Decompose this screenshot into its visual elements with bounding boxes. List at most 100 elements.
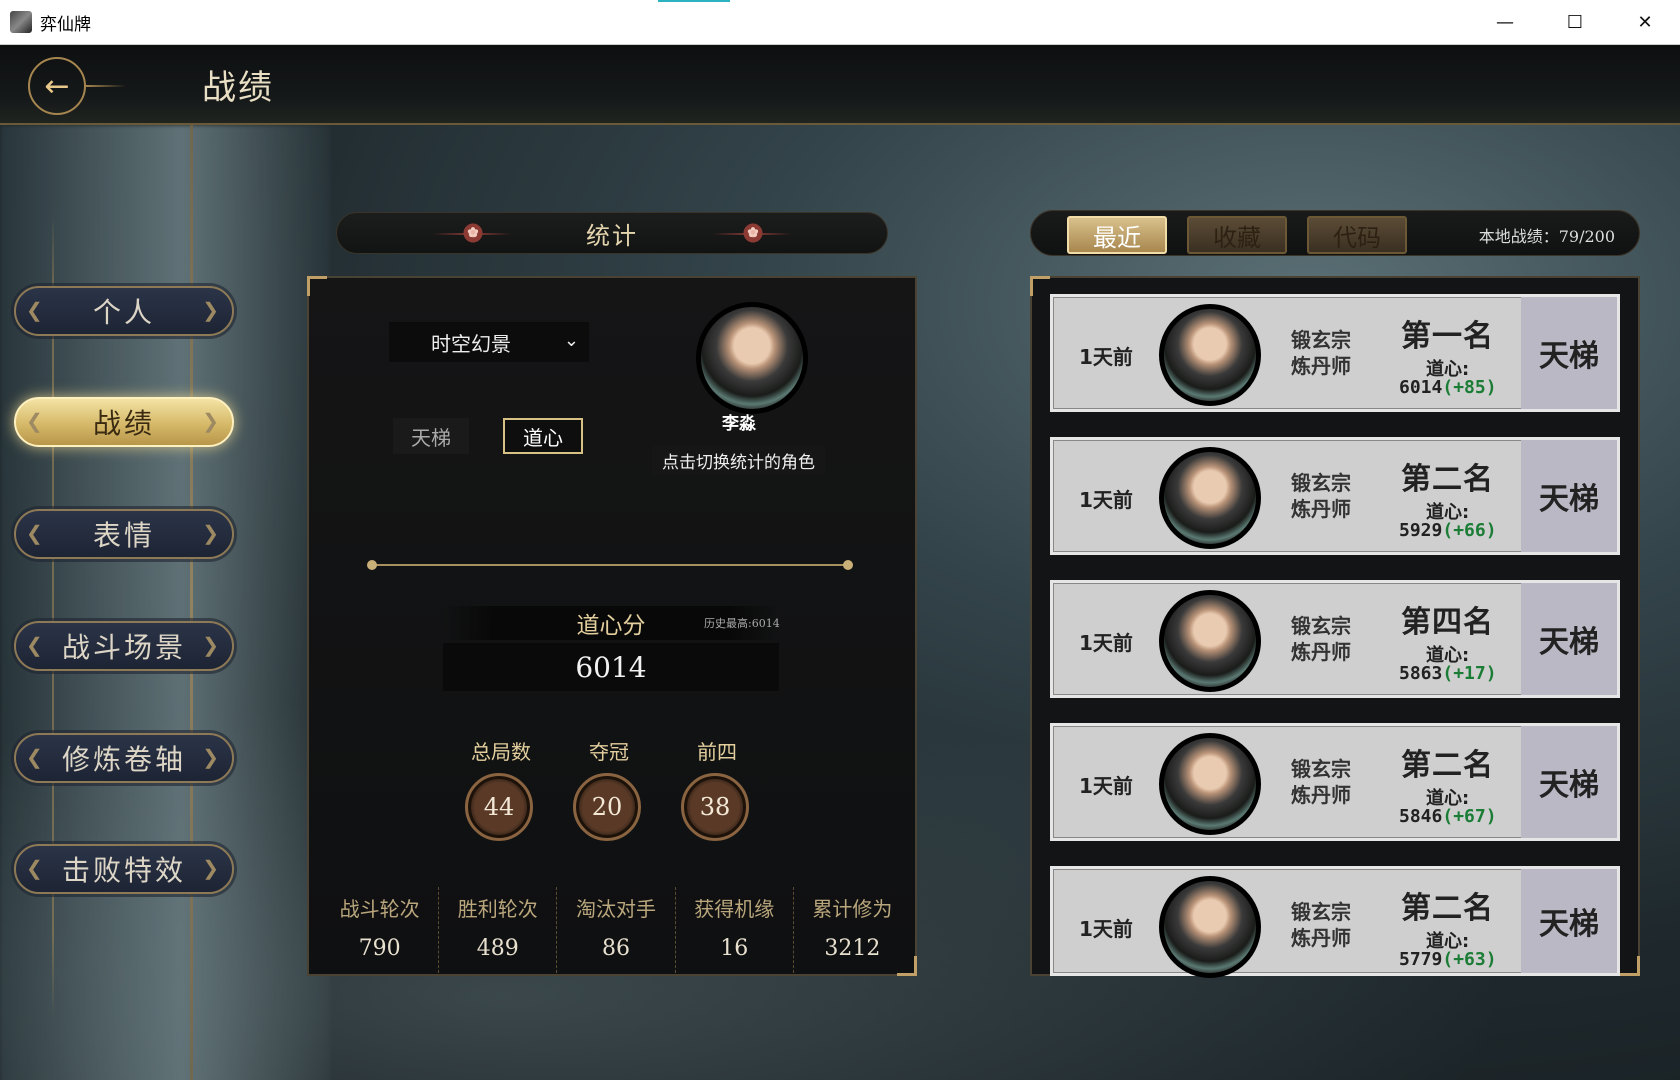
record-time: 1天前	[1079, 345, 1133, 369]
section-divider	[367, 560, 853, 570]
record-sect: 锻玄宗 炼丹师	[1291, 471, 1351, 521]
record-score: 5846(+67)	[1399, 806, 1497, 827]
stat-battle-rounds: 战斗轮次 790	[321, 887, 440, 973]
tab-recent[interactable]: 最近	[1067, 216, 1167, 254]
app-icon	[10, 11, 32, 33]
record-row[interactable]: 1天前 锻玄宗 炼丹师 第一名 道心: 6014(+85) 天梯	[1050, 294, 1620, 412]
record-rank: 第二名	[1401, 748, 1494, 783]
record-time: 1天前	[1079, 774, 1133, 798]
score-delta: (+85)	[1442, 377, 1497, 398]
stats-panel: 时空幻景 ⌄ 天梯 道心 李淼 点击切换统计的角色 道心分 历史最高:6014 …	[307, 276, 917, 976]
record-sect: 锻玄宗 炼丹师	[1291, 328, 1351, 378]
record-score: 5929(+66)	[1399, 520, 1497, 541]
stat-total-games: 总局数 44	[465, 736, 537, 841]
window-title: 弈仙牌	[40, 14, 91, 35]
stats-title: 统计	[586, 221, 638, 250]
score-delta: (+67)	[1442, 806, 1497, 827]
stat-label: 前四	[697, 740, 737, 764]
record-sect: 锻玄宗 炼丹师	[1291, 900, 1351, 950]
record-mode: 天梯	[1521, 726, 1617, 838]
record-rank: 第二名	[1401, 462, 1494, 497]
mode-select-value: 时空幻景	[431, 331, 511, 356]
record-avatar	[1159, 876, 1261, 978]
maximize-button[interactable]: ☐	[1540, 0, 1610, 45]
close-icon: ✕	[1637, 12, 1653, 33]
stat-top-four: 前四 38	[681, 736, 753, 841]
sidebar-item-cultivation-scroll[interactable]: 修炼卷轴	[14, 733, 234, 783]
record-row[interactable]: 1天前 锻玄宗 炼丹师 第二名 道心: 5779(+63) 天梯	[1050, 866, 1620, 978]
left-flower-ornament: ✿	[432, 222, 512, 246]
stat-opportunities: 获得机缘 16	[676, 887, 794, 973]
record-avatar	[1159, 590, 1261, 692]
sidebar-item-records[interactable]: 战绩	[14, 397, 234, 447]
bottom-stats: 战斗轮次 790 胜利轮次 489 淘汰对手 86 获得机缘 16 累计修为 3212	[321, 887, 911, 977]
record-row[interactable]: 1天前 锻玄宗 炼丹师 第二名 道心: 5846(+67) 天梯	[1050, 723, 1620, 841]
corner-ornament	[1620, 956, 1640, 976]
back-button[interactable]: ←	[22, 55, 128, 117]
game-screen: ← 战绩 个人 战绩 表情 战斗场景 修炼卷轴 击败特效 ✿ 统计 ✿ 时空幻景…	[0, 45, 1680, 1080]
record-sect: 锻玄宗 炼丹师	[1291, 757, 1351, 807]
record-rank: 第一名	[1401, 319, 1494, 354]
role-name: 李淼	[722, 414, 756, 434]
page-title: 战绩	[202, 68, 274, 108]
stats-header: ✿ 统计 ✿	[336, 212, 888, 254]
stat-champion: 夺冠 20	[573, 736, 645, 841]
score-best: 历史最高:6014	[704, 617, 780, 630]
corner-ornament	[1030, 276, 1050, 296]
maximize-icon: ☐	[1566, 12, 1584, 33]
record-avatar	[1159, 733, 1261, 835]
chevron-down-icon: ⌄	[563, 330, 579, 351]
stat-label: 夺冠	[589, 740, 629, 764]
minimize-button[interactable]: —	[1470, 0, 1540, 45]
score-delta: (+63)	[1442, 949, 1497, 970]
record-time: 1天前	[1079, 917, 1133, 941]
record-rank: 第四名	[1401, 605, 1494, 640]
back-arrow-tail	[86, 85, 126, 87]
score-value: 6014	[443, 643, 779, 691]
record-avatar	[1159, 447, 1261, 549]
minimize-icon: —	[1496, 12, 1514, 33]
record-score: 6014(+85)	[1399, 377, 1497, 398]
records-list: 1天前 锻玄宗 炼丹师 第一名 道心: 6014(+85) 天梯 1天前 锻玄宗炼…	[1030, 276, 1640, 978]
tab-favorites[interactable]: 收藏	[1187, 216, 1287, 254]
record-mode: 天梯	[1521, 583, 1617, 695]
stat-badge: 44	[465, 773, 533, 841]
record-avatar	[1159, 304, 1261, 406]
record-row[interactable]: 1天前 锻玄宗 炼丹师 第四名 道心: 5863(+17) 天梯	[1050, 580, 1620, 698]
record-row[interactable]: 1天前 锻玄宗 炼丹师 第二名 道心: 5929(+66) 天梯	[1050, 437, 1620, 555]
stat-label: 总局数	[471, 740, 531, 764]
toggle-ladder[interactable]: 天梯	[393, 418, 469, 454]
sidebar-item-defeat-effect[interactable]: 击败特效	[14, 844, 234, 894]
stat-cultivation: 累计修为 3212	[812, 897, 893, 961]
role-switch-hint[interactable]: 点击切换统计的角色	[652, 446, 825, 475]
record-time: 1天前	[1079, 631, 1133, 655]
record-rank: 第二名	[1401, 891, 1494, 926]
right-flower-ornament: ✿	[712, 222, 792, 246]
toggle-daoxin[interactable]: 道心	[503, 418, 583, 454]
mode-select[interactable]: 时空幻景 ⌄	[389, 322, 589, 362]
close-button[interactable]: ✕	[1610, 0, 1680, 45]
stat-win-rounds: 胜利轮次 489	[439, 887, 558, 973]
sidebar-item-emotes[interactable]: 表情	[14, 509, 234, 559]
stat-badge: 38	[681, 773, 749, 841]
sidebar-item-personal[interactable]: 个人	[14, 286, 234, 336]
record-sect: 锻玄宗 炼丹师	[1291, 614, 1351, 664]
window-titlebar: 弈仙牌 — ☐ ✕	[0, 0, 1680, 45]
stat-eliminations: 淘汰对手 86	[557, 887, 676, 973]
role-avatar[interactable]	[696, 302, 808, 414]
stat-badge: 20	[573, 773, 641, 841]
titlebar-accent	[658, 0, 730, 2]
score-delta: (+66)	[1442, 520, 1497, 541]
record-score: 5863(+17)	[1399, 663, 1497, 684]
tab-code[interactable]: 代码	[1307, 216, 1407, 254]
record-time: 1天前	[1079, 488, 1133, 512]
records-tabbar: 最近 收藏 代码 本地战绩：79/200	[1030, 210, 1640, 256]
sidebar-item-battle-scene[interactable]: 战斗场景	[14, 621, 234, 671]
record-mode: 天梯	[1521, 869, 1617, 973]
corner-ornament	[307, 276, 327, 296]
sidebar-divider	[190, 125, 193, 1080]
record-mode: 天梯	[1521, 440, 1617, 552]
local-record-count: 本地战绩：79/200	[1478, 227, 1615, 246]
top-bar: ← 战绩	[0, 45, 1680, 125]
back-arrow-icon: ←	[28, 57, 86, 115]
